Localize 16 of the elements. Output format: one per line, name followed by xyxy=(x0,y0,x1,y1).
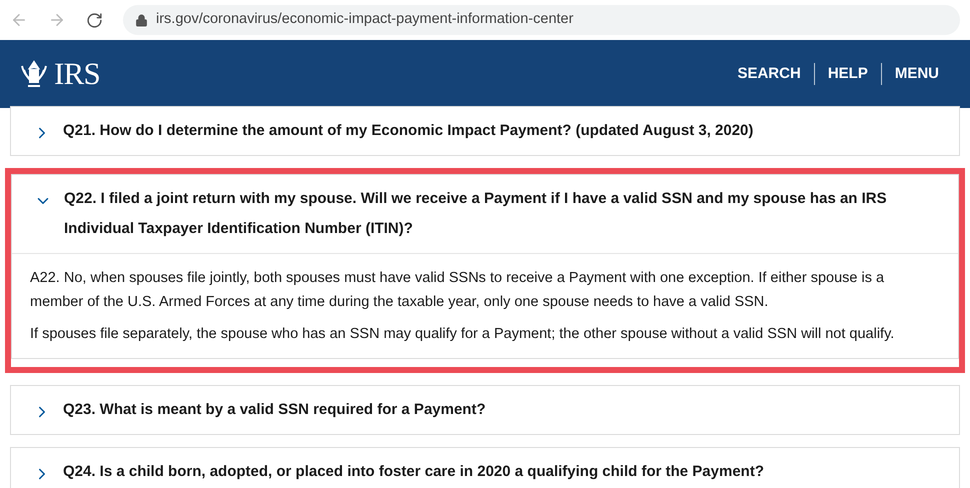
nav-link[interactable]: HELP xyxy=(814,62,881,86)
lock-icon xyxy=(135,14,148,26)
reload-icon[interactable] xyxy=(86,12,103,28)
faq-question[interactable]: Q24. Is a child born, adopted, or placed into foster care in 2020 a qualifying child for the Payment? xyxy=(11,448,959,488)
nav-link[interactable]: SEARCH xyxy=(724,62,814,86)
url-text: irs.gov/coronavirus/economic-impact-payment-information-center xyxy=(156,10,574,30)
faq-question[interactable]: Q22. I filed a joint return with my spouse. Will we receive a Payment if I have a valid SSN and my spouse has an IRS Individual Taxpayer Identification Number (ITIN)? xyxy=(12,175,958,253)
forward-icon[interactable] xyxy=(48,11,66,29)
nav-link[interactable]: MENU xyxy=(880,62,952,86)
faq-question[interactable]: Q23. What is meant by a valid SSN required for a Payment? xyxy=(11,386,959,434)
answer-paragraph: If spouses file separately, the spouse who has an SSN may qualify for a Payment; the other spouse without a valid SSN will not qualify. xyxy=(30,325,896,344)
back-icon[interactable] xyxy=(10,11,28,29)
faq-question[interactable]: Q21. How do I determine the amount of my Economic Impact Payment? (updated August 3, 2020) xyxy=(11,107,959,155)
irs-logo[interactable]: IRS xyxy=(18,50,100,98)
address-bar[interactable]: irs.gov/coronavirus/economic-impact-payment-information-center xyxy=(123,5,960,35)
answer-paragraph: A22. No, when spouses file jointly, both spouses must have valid SSNs to receive a Payment with one exception. If either spouse is a member of the U.S. Armed Forces at any time during the taxable year, only one spouse needs to have a valid SSN. xyxy=(30,269,886,312)
